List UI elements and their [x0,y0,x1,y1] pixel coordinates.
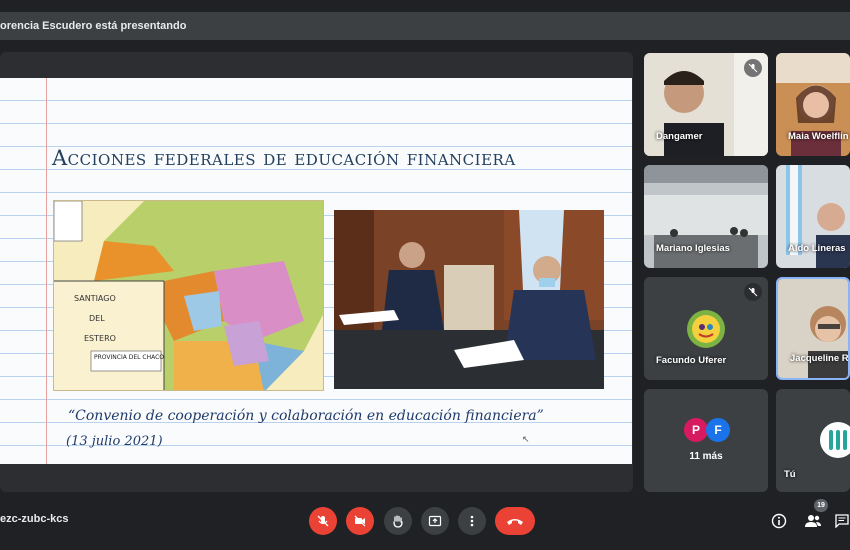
chat-button[interactable] [834,510,850,532]
bottom-bar: ezc-zubc-kcs 19 [0,496,850,550]
participant-name: Jacqueline R [790,353,849,364]
meeting-code: ezc-zubc-kcs [0,513,69,525]
top-bar: orencia Escudero está presentando [0,0,850,48]
participant-name: Aldo Lineras [788,243,846,254]
participant-name: Mariano Iglesias [656,243,730,254]
presenter-text: orencia Escudero está presentando [0,20,187,32]
muted-mic-icon [744,283,762,301]
participant-name: Facundo Uferer [656,355,727,366]
svg-text:DEL: DEL [89,314,105,323]
participant-tile-aldo[interactable]: Aldo Lineras [776,165,850,268]
self-tile[interactable]: Tú [776,389,850,492]
signing-photo [334,210,604,389]
slide-caption: “Convenio de cooperación y colaboración … [68,408,544,424]
svg-text:SANTIAGO: SANTIAGO [74,294,116,303]
people-icon [805,515,821,527]
end-call-button[interactable] [495,507,535,535]
meeting-info-button[interactable] [768,510,790,532]
map-label-prov: PROVINCIA DEL CHACO [94,354,164,361]
slide-margin-line [46,78,47,464]
shared-slide: Acciones federales de educación financie… [0,78,632,464]
self-label: Tú [784,469,796,480]
info-icon [771,513,787,529]
chaco-map-image: SANTIAGO DEL ESTERO PROVINCIA DEL CHACO [53,200,324,391]
participant-tile-dangamer[interactable]: Dangamer [644,53,768,156]
chat-icon [835,514,849,528]
muted-mic-icon [744,59,762,77]
slide-date: (13 julio 2021) [66,434,163,449]
participant-tile-jacqueline[interactable]: Jacqueline R [776,277,850,380]
slide-title: Acciones federales de educación financie… [52,146,516,170]
participant-name: Maia Woelflin [788,131,849,142]
raise-hand-button[interactable] [384,507,412,535]
cursor-icon: ↖ [522,434,530,444]
more-participants-label: 11 más [689,451,723,462]
participant-tile-facundo[interactable]: Facundo Uferer [644,277,768,380]
avatar [687,310,725,348]
avatar-p: P [684,418,708,442]
mic-toggle-button[interactable] [309,507,337,535]
present-screen-button[interactable] [421,507,449,535]
self-avatar [820,422,850,458]
participant-count-badge: 19 [814,499,828,512]
more-vert-icon [470,515,474,527]
participants-button[interactable] [802,510,824,532]
hand-icon [393,515,403,528]
participant-tile-mariano[interactable]: Mariano Iglesias [644,165,768,268]
participant-tile-maia[interactable]: Maia Woelflin [776,53,850,156]
participant-name: Dangamer [656,131,703,142]
more-participants-tile[interactable]: P F 11 más [644,389,768,492]
phone-hangup-icon [507,519,523,525]
participant-video [778,279,848,378]
camera-off-icon [354,515,366,527]
more-options-button[interactable] [458,507,486,535]
camera-toggle-button[interactable] [346,507,374,535]
presenter-banner: orencia Escudero está presentando [0,12,850,40]
present-icon [428,515,442,527]
svg-text:ESTERO: ESTERO [84,334,116,343]
avatar-f: F [706,418,730,442]
mic-off-icon [317,515,329,527]
